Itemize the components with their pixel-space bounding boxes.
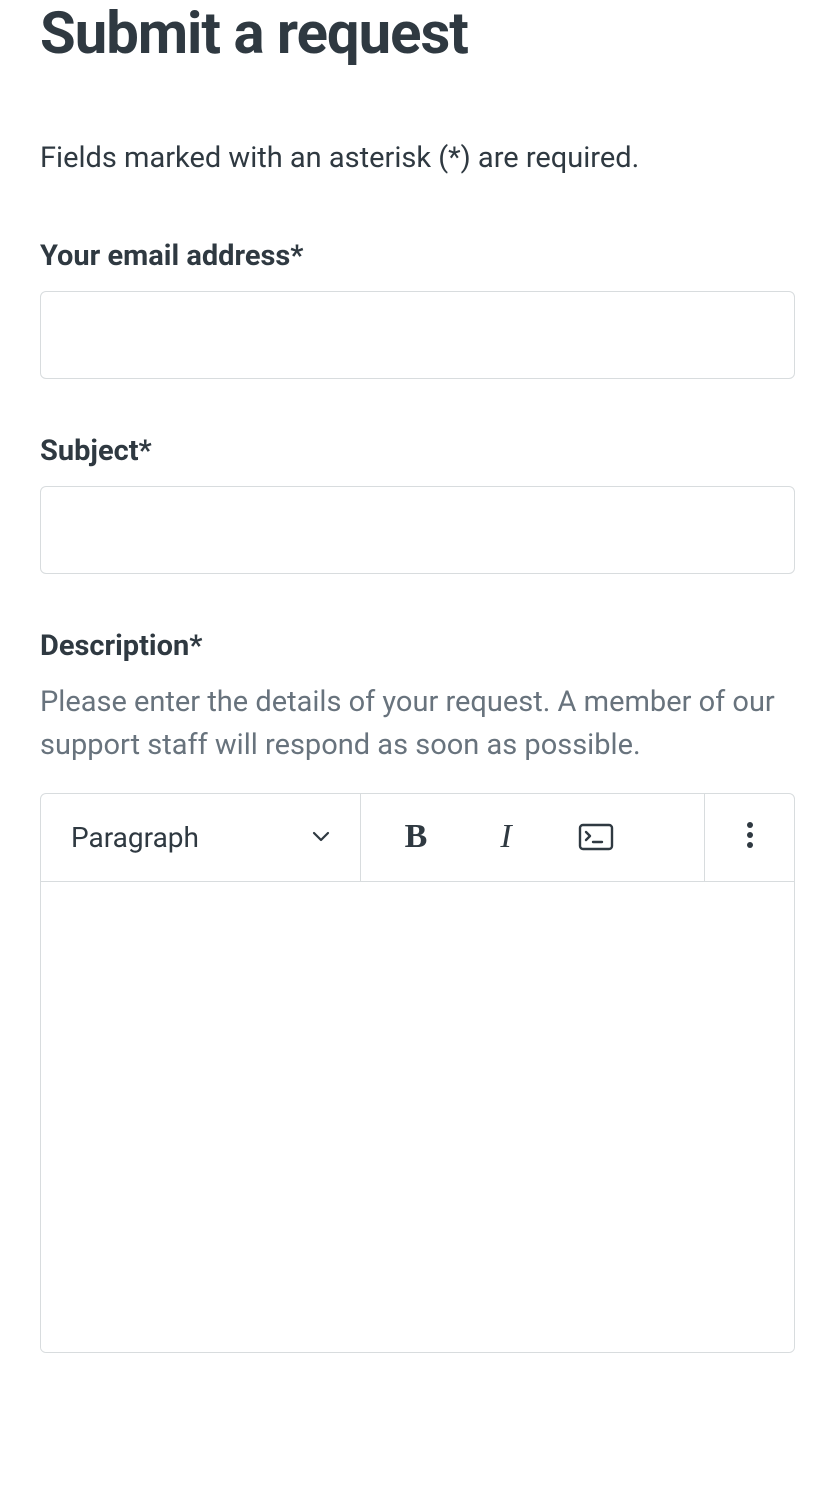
subject-input[interactable] [40, 486, 795, 574]
bold-button[interactable]: B [381, 802, 451, 872]
description-label: Description* [40, 629, 795, 663]
italic-icon: I [500, 818, 511, 856]
bold-icon: B [405, 818, 428, 856]
required-fields-note: Fields marked with an asterisk (*) are r… [40, 138, 795, 179]
more-options-button[interactable] [704, 794, 794, 881]
italic-button[interactable]: I [471, 802, 541, 872]
toolbar-buttons-group: B I [361, 794, 704, 881]
subject-label: Subject* [40, 434, 795, 468]
format-dropdown[interactable]: Paragraph [41, 794, 361, 881]
description-hint: Please enter the details of your request… [40, 681, 795, 768]
more-vertical-icon [746, 820, 754, 854]
email-field-group: Your email address* [40, 239, 795, 379]
code-block-icon [578, 822, 614, 852]
chevron-down-icon [312, 831, 330, 843]
format-dropdown-label: Paragraph [71, 821, 199, 854]
editor-toolbar: Paragraph B I [41, 794, 794, 882]
description-editor-body[interactable] [41, 882, 794, 1352]
email-input[interactable] [40, 291, 795, 379]
email-label: Your email address* [40, 239, 795, 273]
code-block-button[interactable] [561, 802, 631, 872]
subject-field-group: Subject* [40, 434, 795, 574]
rich-text-editor: Paragraph B I [40, 793, 795, 1353]
description-field-group: Description* Please enter the details of… [40, 629, 795, 1353]
page-title: Submit a request [40, 0, 795, 68]
